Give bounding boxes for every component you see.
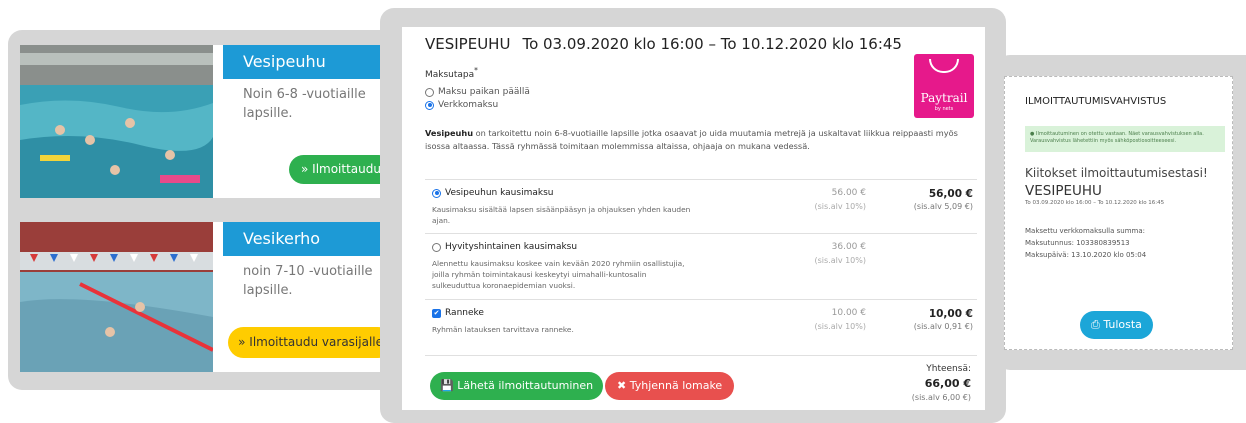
event-dates: To 03.09.2020 klo 16:00 – To 10.12.2020 …: [1025, 200, 1165, 206]
event-dates: To 03.09.2020 klo 16:00 – To 10.12.2020 …: [522, 35, 902, 53]
event-name: VESIPEUHU: [1025, 183, 1102, 199]
printer-icon: ⎙: [1091, 318, 1100, 331]
price-row[interactable]: Hyvityshintainen kausimaksu Alennettu ka…: [425, 234, 977, 300]
save-icon: 💾: [440, 379, 454, 392]
submit-registration-button[interactable]: 💾 Lähetä ilmoittautuminen: [430, 372, 604, 400]
unit-price: 56.00 €: [831, 188, 866, 198]
payment-method-label: Maksutapa*: [425, 66, 478, 80]
payment-option-online[interactable]: Verkkomaksu: [425, 100, 498, 110]
card-title: Vesikerho: [223, 222, 405, 256]
price-row[interactable]: ✔ Ranneke Ryhmän latauksen tarvittava ran…: [425, 300, 977, 356]
paid-label: Maksettu verkkomaksulla summa:: [1025, 227, 1145, 235]
print-button[interactable]: ⎙ Tulosta: [1080, 311, 1153, 339]
event-heading: VESIPEUHU To 03.09.2020 klo 16:00 – To 10…: [425, 35, 902, 53]
row-total: 10,00 €: [928, 308, 973, 320]
payment-id: Maksutunnus: 103380839513: [1025, 239, 1130, 247]
radio-on-icon[interactable]: [425, 100, 434, 110]
price-row[interactable]: Vesipeuhun kausimaksu Kausimaksu sisältä…: [425, 180, 977, 234]
row-total-vat: (sis.alv 5,09 €): [913, 202, 973, 211]
price-description: Ryhmän latauksen tarvittava ranneke.: [432, 325, 574, 334]
row-total: 56,00 €: [928, 188, 973, 200]
clear-form-button[interactable]: ✖ Tyhjennä lomake: [605, 372, 735, 400]
sum-total: 66,00 €: [924, 377, 971, 390]
shopping-bag-icon: [929, 59, 959, 73]
sum-vat: (sis.alv 6,00 €): [911, 393, 971, 402]
price-description: Kausimaksu sisältää lapsen sisäänpääsyn …: [432, 205, 691, 225]
card-description: Noin 6-8 -vuotiaille lapsille.: [243, 87, 366, 121]
close-icon: ✖: [617, 379, 627, 392]
confirmation-title: ILMOITTAUTUMISVAHVISTUS: [1025, 96, 1167, 107]
row-total-vat: (sis.alv 0,91 €): [913, 322, 973, 331]
unit-vat: (sis.alv 10%): [814, 322, 866, 331]
paytrail-name: Paytrail: [920, 91, 968, 105]
confirmation-panel: ILMOITTAUTUMISVAHVISTUS ● Ilmoittautumin…: [1004, 76, 1233, 350]
info-icon: ●: [1030, 131, 1035, 137]
thanks-text: Kiitokset ilmoittautumisestasi!: [1025, 166, 1208, 180]
paytrail-logo: Paytrail by nets: [914, 54, 974, 118]
pool-photo: [20, 45, 213, 198]
event-description: Vesipeuhu on tarkoitettu noin 6-8-vuotia…: [425, 128, 958, 151]
price-description: Alennettu kausimaksu koskee vain kevään …: [432, 259, 685, 290]
unit-vat: (sis.alv 10%): [814, 202, 866, 211]
waitlist-button[interactable]: » Ilmoittaudu varasijalle: [228, 327, 393, 358]
price-list: Vesipeuhun kausimaksu Kausimaksu sisältä…: [425, 179, 977, 356]
paytrail-sub: by nets: [934, 106, 954, 112]
payment-option-onsite[interactable]: Maksu paikan päällä: [425, 87, 530, 97]
activity-card-vesipeuhu: Vesipeuhu Noin 6-8 -vuotiaille lapsille.…: [20, 45, 405, 198]
pool-photo: [20, 222, 213, 372]
unit-price: 10.00 €: [831, 308, 866, 318]
register-button[interactable]: » Ilmoittaudu: [289, 155, 393, 184]
radio-on-icon[interactable]: [432, 188, 441, 198]
payment-date: Maksupäivä: 13.10.2020 klo 05:04: [1025, 251, 1147, 259]
unit-price: 36.00 €: [831, 242, 866, 252]
activity-card-vesikerho: Vesikerho noin 7-10 -vuotiaille lapsille…: [20, 222, 405, 372]
success-alert: ● Ilmoittautuminen on otettu vastaan. Nä…: [1025, 126, 1225, 152]
card-title: Vesipeuhu: [223, 45, 405, 79]
registration-form: VESIPEUHU To 03.09.2020 klo 16:00 – To 10…: [402, 27, 985, 410]
radio-off-icon[interactable]: [425, 87, 434, 97]
sum-label: Yhteensä:: [926, 364, 971, 374]
unit-vat: (sis.alv 10%): [814, 256, 866, 265]
event-name: VESIPEUHU: [425, 35, 511, 53]
checkbox-checked-icon[interactable]: ✔: [432, 308, 441, 318]
radio-off-icon[interactable]: [432, 242, 441, 252]
card-description: noin 7-10 -vuotiaille lapsille.: [243, 264, 373, 298]
